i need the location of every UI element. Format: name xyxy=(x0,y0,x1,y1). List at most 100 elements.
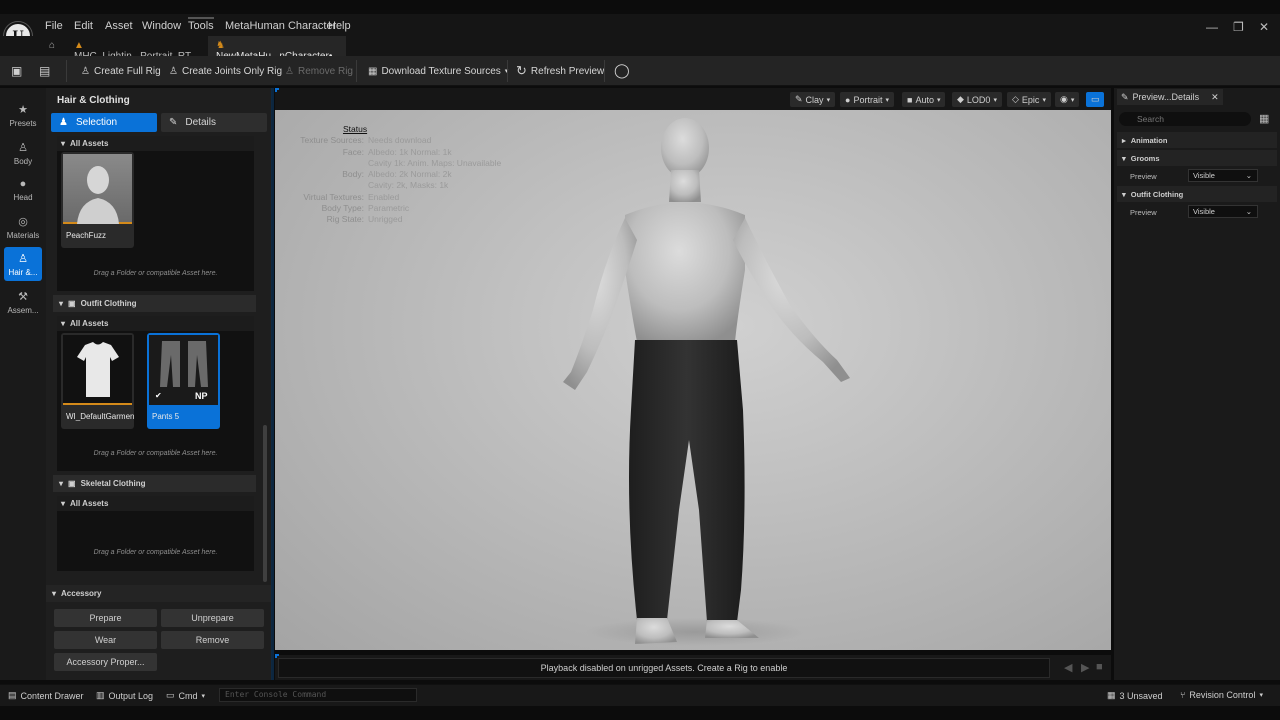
camera-icon: ■ xyxy=(907,94,913,105)
remove-button[interactable]: Remove xyxy=(161,631,264,649)
menu-window[interactable]: Window xyxy=(142,20,181,32)
output-log-button[interactable]: ▥ Output Log xyxy=(96,690,153,701)
status-row: Rig State: Unrigged xyxy=(326,214,403,225)
panel-scrollbar[interactable] xyxy=(263,425,267,582)
skeletal-all-assets-header[interactable]: ▾ All Assets xyxy=(57,496,254,511)
tab-mhc-lighting[interactable]: ▲ MHC_Lightin...Portrait_RT xyxy=(66,36,206,62)
toolbar-separator xyxy=(507,60,508,82)
grooms-all-assets-header[interactable]: ▾ All Assets xyxy=(57,136,254,151)
light-icon: ● xyxy=(845,94,851,105)
tshirt-thumbnail xyxy=(63,335,132,405)
unprepare-button[interactable]: Unprepare xyxy=(161,609,264,627)
create-full-rig-button[interactable]: ♙ Create Full Rig xyxy=(81,62,161,80)
outfit-clothing-header[interactable]: ▾ ▣ Outfit Clothing xyxy=(53,295,256,312)
rail-hair-clothing[interactable]: ♙ Hair &... xyxy=(4,247,42,281)
status-row: Virtual Textures: Enabled xyxy=(303,191,400,202)
asset-tile-peachfuzz[interactable]: PeachFuzz xyxy=(61,152,134,248)
home-icon[interactable]: ⌂ xyxy=(49,40,55,51)
play-icon[interactable]: ▶ xyxy=(1081,661,1089,674)
grid-view-icon[interactable]: ▦ xyxy=(1259,112,1269,125)
viewport-layout-button[interactable]: ▭ xyxy=(1086,92,1104,107)
menu-tools[interactable]: Tools xyxy=(188,17,214,32)
materials-icon: ◎ xyxy=(18,215,28,228)
np-badge: NP xyxy=(195,391,208,401)
menu-edit[interactable]: Edit xyxy=(74,20,93,32)
menu-asset[interactable]: Asset xyxy=(105,20,133,32)
tab-new-metahuman-character[interactable]: ♞ NewMetaHu...nCharacter• × xyxy=(208,36,346,73)
collapse-arrow-icon: ▾ xyxy=(1122,153,1126,163)
rail-head[interactable]: ● Head xyxy=(4,173,42,207)
dropdown-arrow-icon: ▾ xyxy=(1259,692,1263,699)
content-drawer-button[interactable]: ▤ Content Drawer xyxy=(8,690,84,701)
console-command-input[interactable]: Enter Console Command xyxy=(219,688,417,702)
status-row: Body Type: Parametric xyxy=(321,203,410,214)
asset-tile-pants-5[interactable]: ✔ NP Pants 5 xyxy=(147,333,220,429)
status-check-icon: ✔ xyxy=(155,391,162,400)
rail-assembly[interactable]: ⚒ Assem... xyxy=(4,285,42,319)
prepare-button[interactable]: Prepare xyxy=(54,609,157,627)
refresh-icon: ↻ xyxy=(516,63,527,78)
menu-file[interactable]: File xyxy=(45,20,63,32)
refresh-preview-button[interactable]: ↻ Refresh Preview xyxy=(516,62,604,80)
category-grooms[interactable]: ▾ Grooms xyxy=(1117,150,1277,166)
collapse-arrow-icon: ▾ xyxy=(52,589,57,598)
cube-icon: ◆ xyxy=(957,94,964,104)
drag-hint: Drag a Folder or compatible Asset here. xyxy=(93,450,218,457)
tab-close-icon[interactable]: ✕ xyxy=(1211,92,1219,103)
asset-icon: ▲ xyxy=(74,40,84,51)
head-thumbnail-icon xyxy=(77,166,119,224)
download-texture-sources-button[interactable]: ▦ Download Texture Sources ▾ xyxy=(368,62,508,80)
outfit-all-assets-header[interactable]: ▾ All Assets xyxy=(57,316,254,331)
status-title: Status xyxy=(343,124,368,134)
panel-splitter[interactable] xyxy=(271,88,274,680)
collapse-arrow-icon: ▾ xyxy=(61,319,66,328)
panel-title: Hair & Clothing xyxy=(57,95,130,106)
grooms-preview-select[interactable]: Visible ⌄ xyxy=(1188,169,1258,182)
menu-metahuman-character[interactable]: MetaHuman Character xyxy=(225,20,336,32)
maximize-icon[interactable]: ❐ xyxy=(1233,20,1244,34)
accessory-properties-button[interactable]: Accessory Proper... xyxy=(54,653,157,671)
remove-rig-icon: ♙ xyxy=(285,65,294,77)
dropdown-arrow-icon: ▾ xyxy=(1042,96,1046,104)
rail-body[interactable]: ♙ Body xyxy=(4,136,42,170)
outfit-preview-select[interactable]: Visible ⌄ xyxy=(1188,205,1258,218)
drawer-icon: ▤ xyxy=(8,690,17,700)
unsaved-button[interactable]: ▦ 3 Unsaved xyxy=(1107,690,1163,701)
play-reverse-icon[interactable]: ◀ xyxy=(1064,661,1072,674)
revision-control-button[interactable]: ⑂ Revision Control ▾ xyxy=(1180,690,1263,700)
create-joints-only-rig-button[interactable]: ♙ Create Joints Only Rig xyxy=(169,62,282,80)
branch-icon: ⑂ xyxy=(1180,690,1186,700)
wear-button[interactable]: Wear xyxy=(54,631,157,649)
skeletal-clothing-header[interactable]: ▾ ▣ Skeletal Clothing xyxy=(53,475,256,492)
details-tab[interactable]: ✎ Details xyxy=(161,113,267,132)
pencil-icon: ✎ xyxy=(1121,91,1129,102)
user-icon[interactable]: ◯ xyxy=(614,62,630,79)
clay-view-button[interactable]: ✎ Clay ▾ xyxy=(790,92,836,107)
portrait-lighting-button[interactable]: ● Portrait ▾ xyxy=(840,92,894,107)
toolbar-separator xyxy=(66,60,67,82)
menu-help[interactable]: Help xyxy=(328,20,351,32)
close-window-icon[interactable]: ✕ xyxy=(1259,20,1269,34)
auto-camera-button[interactable]: ■ Auto ▾ xyxy=(902,92,946,107)
rail-presets[interactable]: ★ Presets xyxy=(4,98,42,132)
save-icon[interactable]: ▣ xyxy=(11,64,22,78)
category-outfit-clothing[interactable]: ▾ Outfit Clothing xyxy=(1117,186,1277,202)
chevron-down-icon: ⌄ xyxy=(1245,207,1252,216)
quality-button[interactable]: ◇ Epic ▾ xyxy=(1007,92,1051,107)
rail-materials[interactable]: ◎ Materials xyxy=(4,210,42,244)
category-animation[interactable]: ▸ Animation xyxy=(1117,132,1277,148)
status-row: Cavity: 2k, Masks: 1k xyxy=(368,180,449,191)
preview-details-tab[interactable]: ✎ Preview...Details ✕ xyxy=(1117,89,1223,105)
stop-icon[interactable]: ■ xyxy=(1096,661,1103,673)
accessory-header[interactable]: ▾ Accessory xyxy=(46,585,271,602)
lod-button[interactable]: ◆ LOD0 ▾ xyxy=(952,92,1002,107)
rig-icon: ♙ xyxy=(81,65,90,77)
cmd-dropdown[interactable]: ▭ Cmd ▾ xyxy=(166,690,205,701)
details-search-input[interactable]: Search xyxy=(1119,112,1251,126)
remove-rig-button[interactable]: ♙ Remove Rig xyxy=(285,62,353,80)
visibility-button[interactable]: ◉ ▾ xyxy=(1055,92,1080,107)
selection-tab[interactable]: ♟ Selection xyxy=(51,113,157,132)
minimize-icon[interactable]: — xyxy=(1206,20,1218,34)
browse-asset-icon[interactable]: ▤ xyxy=(39,64,50,78)
asset-tile-default-garment[interactable]: WI_DefaultGarment xyxy=(61,333,134,429)
